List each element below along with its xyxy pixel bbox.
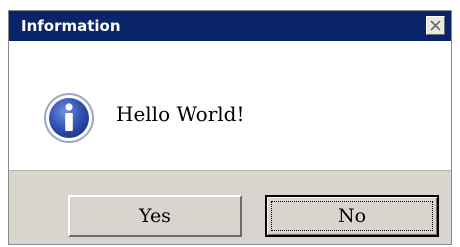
dialog-title: Information [21,17,121,35]
no-button[interactable]: No [265,195,439,237]
yes-button-label: Yes [139,205,171,227]
dialog-message: Hello World! [116,102,245,126]
close-icon [430,20,441,31]
yes-button[interactable]: Yes [68,195,242,237]
information-dialog: Information Hello World! Yes No [8,10,452,245]
close-button[interactable] [426,16,445,35]
no-button-label: No [337,205,367,227]
message-area: Hello World! [9,41,451,171]
info-icon [44,93,94,143]
title-bar[interactable]: Information [9,11,451,41]
focus-rectangle: No [271,201,433,231]
